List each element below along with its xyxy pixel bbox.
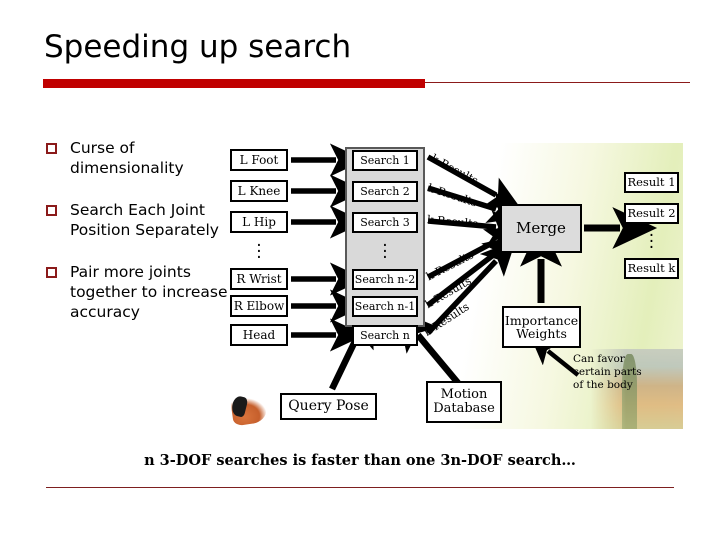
background-figure-photo <box>230 395 268 427</box>
annotation-line1: Can favor <box>573 353 625 365</box>
merge-box: Merge <box>500 204 582 253</box>
joint-box: Head <box>230 324 288 346</box>
result-box: Result 1 <box>624 172 679 193</box>
slide-caption: n 3-DOF searches is faster than one 3n-D… <box>144 452 576 469</box>
joint-box: L Hip <box>230 211 288 233</box>
joint-box: R Wrist <box>230 268 288 290</box>
bullet-label: Curse of dimensionality <box>70 139 184 177</box>
motion-database-line1: Motion <box>440 387 488 403</box>
joint-box: R Elbow <box>230 295 288 317</box>
joint-box: L Knee <box>230 180 288 202</box>
result-box: Result k <box>624 258 679 279</box>
motion-database-box: Motion Database <box>426 381 502 423</box>
searches-ellipsis: · · · <box>382 236 388 268</box>
annotation-line2: certain parts <box>573 366 642 378</box>
search-box: Search n <box>352 325 418 346</box>
caption-rule <box>46 487 674 488</box>
bullet-label: Pair more joints together to increase ac… <box>70 263 228 321</box>
list-item: Pair more joints together to increase ac… <box>46 262 236 322</box>
search-box: Search 1 <box>352 150 418 171</box>
joint-box: L Foot <box>230 149 288 171</box>
edge-label-k-results: k Results <box>428 151 481 188</box>
search-box: Search 2 <box>352 181 418 202</box>
search-box: Search n-2 <box>352 269 418 290</box>
results-ellipsis: · · · <box>648 226 655 258</box>
result-box: Result 2 <box>624 203 679 224</box>
title-accent-bar <box>43 79 425 88</box>
joints-ellipsis: · · · <box>256 236 262 268</box>
query-pose-box: Query Pose <box>280 393 377 420</box>
slide: Speeding up search Curse of dimensionali… <box>0 0 720 540</box>
importance-weights-line2: Weights <box>516 326 567 341</box>
title-thin-rule <box>425 82 690 83</box>
square-bullet-icon <box>46 267 57 278</box>
search-box: Search 3 <box>352 212 418 233</box>
edge-label-k-results: k Results <box>426 213 479 231</box>
list-item: Curse of dimensionality <box>46 138 236 178</box>
annotation-line3: of the body <box>573 379 633 391</box>
bullet-label: Search Each Joint Position Separately <box>70 201 219 239</box>
page-title: Speeding up search <box>44 29 352 65</box>
pipeline-diagram-image: L Foot L Knee L Hip · · · R Wrist R Elbow … <box>228 143 683 429</box>
square-bullet-icon <box>46 143 57 154</box>
square-bullet-icon <box>46 205 57 216</box>
search-box: Search n-1 <box>352 296 418 317</box>
motion-database-line2: Database <box>433 401 495 416</box>
annotation-can-favor: Can favor certain parts of the body <box>573 353 642 392</box>
list-item: Search Each Joint Position Separately <box>46 200 236 240</box>
importance-weights-box: Importance Weights <box>502 306 581 348</box>
bullet-list: Curse of dimensionality Search Each Join… <box>46 138 236 344</box>
